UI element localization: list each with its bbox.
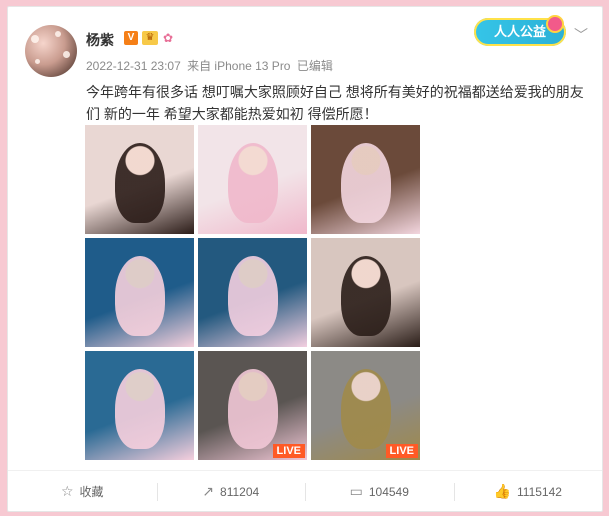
comment-icon: ▭ xyxy=(349,483,363,499)
post-text: 今年跨年有很多话 想叮嘱大家照顾好自己 想将所有美好的祝福都送给爱我的朋友们 新… xyxy=(86,84,584,122)
weibo-post-card: 杨紫 V ♛ ✿ 2022-12-31 23:07 来自 iPhone 13 P… xyxy=(7,6,603,512)
live-badge: LIVE xyxy=(385,444,418,458)
edited-label[interactable]: 已编辑 xyxy=(297,59,333,73)
charity-flower-icon xyxy=(546,15,564,33)
photo-subject xyxy=(115,369,165,449)
post-source: 来自 iPhone 13 Pro xyxy=(187,59,291,73)
repost-count: 811204 xyxy=(220,484,260,499)
like-count: 1115142 xyxy=(517,484,562,499)
photo-subject xyxy=(115,143,165,223)
repost-button[interactable]: ↗ 811204 xyxy=(156,471,306,512)
photo-subject xyxy=(341,369,391,449)
photo-8[interactable]: LIVE xyxy=(198,351,307,460)
photo-subject xyxy=(341,256,391,336)
author-name[interactable]: 杨紫 xyxy=(86,30,114,50)
photo-subject xyxy=(228,143,278,223)
repost-icon: ↗ xyxy=(202,483,215,499)
vip-crown-icon: ♛ xyxy=(142,31,158,45)
photo-subject xyxy=(228,256,278,336)
comment-count: 104549 xyxy=(368,484,409,499)
action-bar: ☆ 收藏 ↗ 811204 ▭ 104549 👍 1115142 xyxy=(8,470,602,512)
photo-3[interactable] xyxy=(311,125,420,234)
author-avatar[interactable] xyxy=(25,25,77,77)
comment-button[interactable]: ▭ 104549 xyxy=(305,471,454,512)
verified-badge-icon: V xyxy=(124,31,138,45)
photo-subject xyxy=(228,369,278,449)
live-badge: LIVE xyxy=(272,444,305,458)
photo-2[interactable] xyxy=(198,125,307,234)
thumbs-up-icon: 👍 xyxy=(493,483,511,499)
favorite-label: 收藏 xyxy=(79,485,104,499)
photo-subject xyxy=(341,143,391,223)
photo-5[interactable] xyxy=(198,238,307,347)
chevron-down-icon[interactable]: ﹀ xyxy=(574,25,588,45)
like-button[interactable]: 👍 1115142 xyxy=(453,471,603,512)
photo-grid: LIVE LIVE xyxy=(85,125,420,460)
fan-badge-icon: ✿ xyxy=(162,31,174,45)
photo-6[interactable] xyxy=(311,238,420,347)
favorite-button[interactable]: ☆ 收藏 xyxy=(8,471,157,512)
post-meta: 2022-12-31 23:07 来自 iPhone 13 Pro 已编辑 xyxy=(86,57,336,74)
photo-subject xyxy=(115,256,165,336)
photo-9[interactable]: LIVE xyxy=(311,351,420,460)
post-date[interactable]: 2022-12-31 23:07 xyxy=(86,59,181,73)
photo-7[interactable] xyxy=(85,351,194,460)
photo-4[interactable] xyxy=(85,238,194,347)
photo-1[interactable] xyxy=(85,125,194,234)
star-icon: ☆ xyxy=(60,483,74,499)
